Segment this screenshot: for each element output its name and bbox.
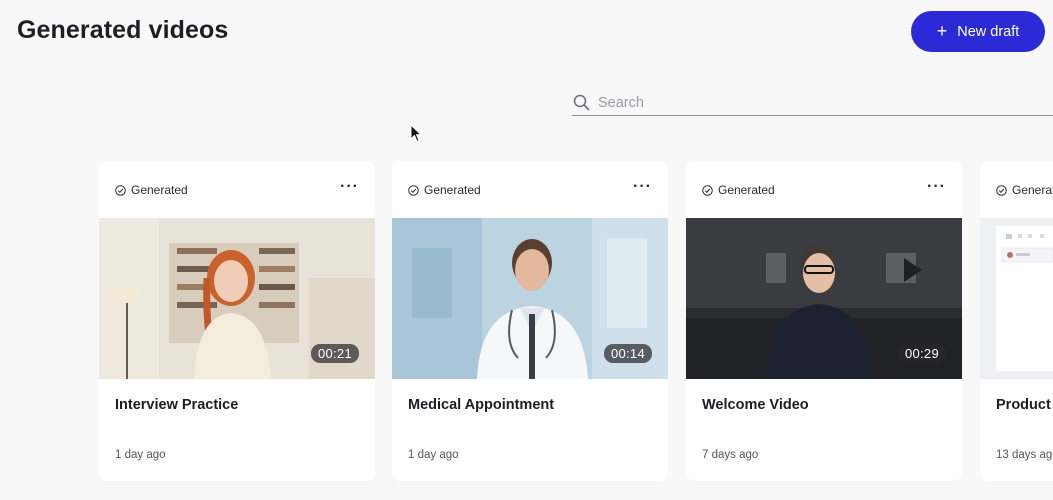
screen-recording-image (980, 218, 1053, 379)
status-badge: Generated (996, 183, 1053, 197)
status-label: Generated (718, 183, 775, 197)
page-title: Generated videos (17, 16, 229, 44)
status-badge: Generated (115, 183, 188, 197)
status-label: Generated (424, 183, 481, 197)
plus-icon: + (936, 20, 948, 41)
video-card-interview-practice[interactable]: Generated ··· 00:21 Interview Practice 1… (99, 161, 375, 481)
search-icon (573, 94, 590, 111)
duration-badge: 00:29 (897, 344, 946, 363)
video-title: Product (996, 397, 1051, 413)
video-card-welcome-video[interactable]: Generated ··· 00:29 Welcome Video 7 days… (686, 161, 962, 481)
more-options-icon[interactable]: ··· (633, 179, 652, 195)
status-label: Generated (1012, 183, 1053, 197)
duration-badge: 00:21 (310, 344, 359, 363)
more-options-icon[interactable]: ··· (927, 179, 946, 195)
status-badge: Generated (702, 183, 775, 197)
check-circle-icon (702, 184, 713, 196)
status-label: Generated (131, 183, 188, 197)
video-thumbnail[interactable]: 00:21 (99, 218, 375, 379)
check-circle-icon (996, 184, 1007, 196)
video-card-product[interactable]: Generated Product 13 days ago (980, 161, 1053, 481)
check-circle-icon (408, 184, 419, 196)
duration-badge: 00:14 (603, 344, 652, 363)
mouse-cursor-icon (410, 124, 422, 143)
new-draft-label: New draft (957, 23, 1020, 40)
status-badge: Generated (408, 183, 481, 197)
video-time: 7 days ago (702, 449, 759, 461)
video-title: Welcome Video (702, 397, 809, 413)
new-draft-button[interactable]: + New draft (911, 11, 1045, 52)
video-thumbnail[interactable] (980, 218, 1053, 379)
video-thumbnail[interactable]: 00:29 (686, 218, 962, 379)
video-time: 1 day ago (408, 449, 459, 461)
video-card-medical-appointment[interactable]: Generated ··· 00:14 Medical Appointment … (392, 161, 668, 481)
more-options-icon[interactable]: ··· (340, 179, 359, 195)
video-time: 13 days ago (996, 449, 1053, 461)
video-thumbnail[interactable]: 00:14 (392, 218, 668, 379)
video-title: Interview Practice (115, 397, 239, 413)
search-bar[interactable] (572, 90, 1053, 116)
video-title: Medical Appointment (408, 397, 555, 413)
video-time: 1 day ago (115, 449, 166, 461)
check-circle-icon (115, 184, 126, 196)
search-input[interactable] (598, 94, 1018, 111)
